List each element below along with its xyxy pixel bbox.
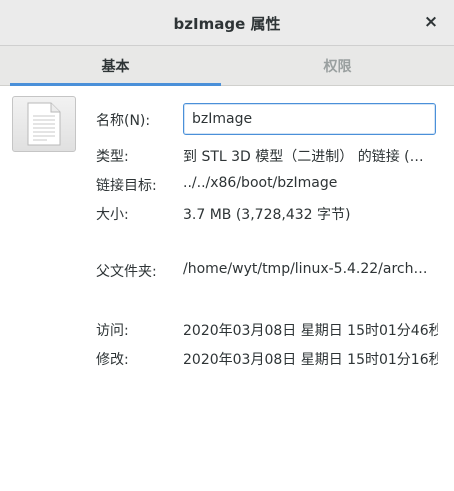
close-button[interactable]: × (420, 11, 442, 33)
window-title: bzImage 属性 (173, 15, 281, 33)
document-icon (27, 102, 61, 146)
tab-bar: 基本 权限 (0, 46, 454, 86)
properties-dialog: bzImage 属性 × 基本 权限 名称(N): 类型: 到 STL 3D 模… (0, 0, 454, 491)
tab-permissions[interactable]: 权限 (232, 46, 443, 85)
name-label: 名称(N): (96, 113, 151, 129)
name-input[interactable] (183, 103, 436, 135)
title-bar[interactable]: bzImage 属性 × (0, 0, 454, 46)
size-value: 3.7 MB (3,728,432 字节) (183, 207, 351, 223)
accessed-label: 访问: (96, 323, 129, 339)
type-label: 类型: (96, 149, 129, 165)
file-icon-button[interactable] (12, 96, 76, 152)
parent-folder-value: /home/wyt/tmp/linux-5.4.22/arch… (183, 261, 428, 277)
parent-folder-label: 父文件夹: (96, 264, 157, 280)
tab-basic[interactable]: 基本 (10, 46, 221, 86)
size-label: 大小: (96, 207, 129, 223)
modified-label: 修改: (96, 352, 129, 368)
modified-value: 2020年03月08日 星期日 15时01分16秒 (183, 352, 438, 368)
close-icon: × (423, 12, 439, 32)
type-value: 到 STL 3D 模型（二进制） 的链接 (… (183, 149, 424, 165)
link-target-label: 链接目标: (96, 178, 157, 194)
accessed-value: 2020年03月08日 星期日 15时01分46秒 (183, 323, 438, 339)
link-target-value: ../../x86/boot/bzImage (183, 175, 338, 191)
